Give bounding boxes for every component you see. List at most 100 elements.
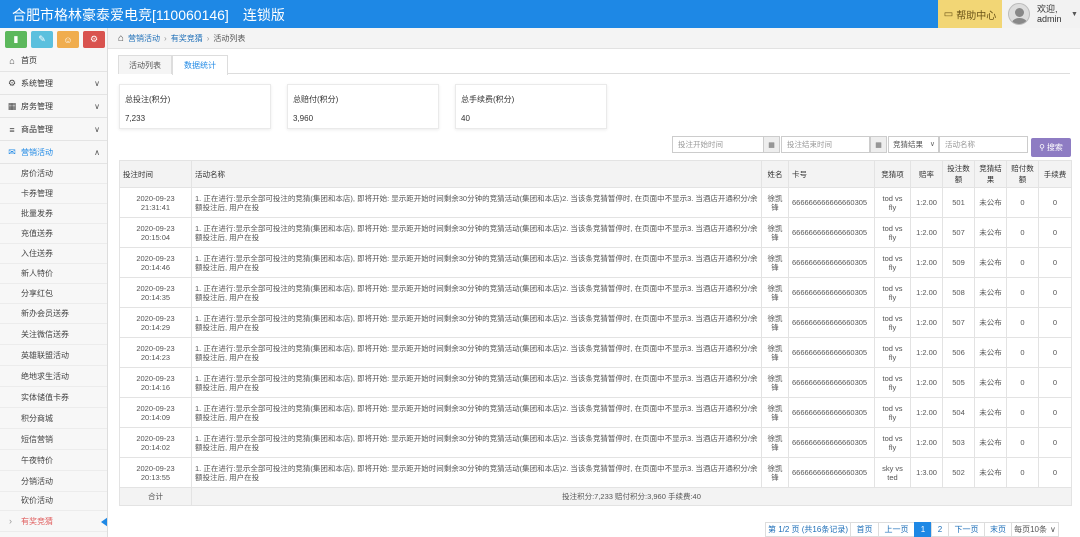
cogs-icon[interactable]: ⚙ — [83, 31, 105, 48]
sidebar-subitem[interactable]: 充值送券 — [0, 224, 107, 244]
start-time-input[interactable]: 投注开始时间 — [672, 136, 764, 153]
page-button[interactable]: 2 — [931, 522, 949, 537]
pencil-icon[interactable]: ✎ — [31, 31, 53, 48]
home-icon: ⌂ — [118, 32, 125, 44]
cell-result: 未公布 — [974, 247, 1007, 278]
sidebar-subitem[interactable]: 英雄联盟活动 — [0, 346, 107, 366]
sidebar-subitem[interactable]: 新办会员送券 — [0, 304, 107, 324]
cell-name: 徐凯锋 — [761, 367, 789, 398]
next-page-button[interactable]: 下一页 — [948, 522, 985, 537]
sidebar-subitem[interactable]: 午夜特价 — [0, 451, 107, 471]
tab-statistics[interactable]: 数据统计 — [172, 55, 228, 75]
sidebar-subitem[interactable]: 分销活动 — [0, 472, 107, 492]
cell-bet-time: 2020-09-23 20:13:55 — [119, 457, 192, 488]
breadcrumb-link[interactable]: 有奖竞猜 — [171, 33, 203, 44]
sidebar-item-products[interactable]: ≡ 商品管理 ∨ — [0, 119, 107, 141]
table-row: 2020-09-23 20:14:16 1. 正在进行:显示全部可投注的竞猜(集团和… — [119, 367, 1072, 398]
cell-bet-amount: 503 — [942, 427, 975, 458]
sidebar-subitem[interactable]: 入住送券 — [0, 244, 107, 264]
result-select[interactable]: 竞猜结果 ∨ — [888, 136, 939, 153]
breadcrumb-link[interactable]: 营销活动 — [128, 33, 160, 44]
cell-payout: 0 — [1006, 397, 1039, 428]
cell-card: 666666666666660305 — [788, 337, 875, 368]
welcome-label: 欢迎, — [1037, 4, 1058, 14]
sidebar-subitem[interactable]: 分享红包 — [0, 284, 107, 304]
cell-bet-item: tod vs fly — [874, 337, 911, 368]
monitor-icon: ▭ — [943, 8, 954, 20]
page-button[interactable]: 1 — [914, 522, 932, 537]
cell-name: 徐凯锋 — [761, 337, 789, 368]
chevron-down-icon: ∨ — [94, 79, 100, 88]
sidebar-item-marketing[interactable]: ✉ 营销活动 ∧ — [0, 142, 107, 164]
cell-bet-amount: 505 — [942, 367, 975, 398]
sidebar-item-system[interactable]: ⚙ 系统管理 ∨ — [0, 73, 107, 95]
activity-name-input[interactable]: 活动名称 — [939, 136, 1028, 153]
stat-label: 总投注(积分) — [125, 95, 171, 104]
summary-row: 合计 投注积分:7,233 赔付积分:3,960 手续费:40 — [119, 487, 1072, 506]
help-center-button[interactable]: ▭ 帮助中心 — [938, 0, 1002, 28]
caret-down-icon: ▼ — [1071, 11, 1078, 18]
calendar-icon[interactable]: ▦ — [870, 136, 887, 153]
column-header: 投注数额 — [942, 160, 975, 188]
cell-bet-item: tod vs fly — [874, 217, 911, 248]
cell-activity-name: 1. 正在进行:显示全部可投注的竞猜(集团和本店), 即将开始: 显示距开始时间… — [191, 307, 762, 338]
sidebar-subitem[interactable]: 砍价活动 — [0, 491, 107, 511]
cell-activity-name: 1. 正在进行:显示全部可投注的竞猜(集团和本店), 即将开始: 显示距开始时间… — [191, 277, 762, 308]
sidebar-subitem[interactable]: 短信营销 — [0, 430, 107, 450]
users-icon[interactable]: ☺ — [57, 31, 79, 48]
user-text: 欢迎, admin — [1037, 4, 1062, 24]
cell-odds: 1:3.00 — [910, 457, 943, 488]
sidebar-subitem[interactable]: 实体储值卡券 — [0, 388, 107, 408]
cell-fee: 0 — [1038, 217, 1072, 248]
column-header: 投注时间 — [119, 160, 192, 188]
sidebar-item-home[interactable]: ⌂ 首页 — [0, 50, 107, 72]
cell-result: 未公布 — [974, 397, 1007, 428]
calendar-icon[interactable]: ▦ — [763, 136, 780, 153]
column-header: 竞猜项 — [874, 160, 911, 188]
edition-label: 连锁版 — [242, 7, 285, 23]
first-page-button[interactable]: 首页 — [850, 522, 879, 537]
bet-date: 2020-09-23 — [136, 463, 175, 473]
end-time-input[interactable]: 投注结束时间 — [781, 136, 870, 153]
stat-card-total-bet: 总投注(积分) 7,233 — [119, 84, 271, 129]
stat-value: 3,960 — [293, 114, 314, 123]
cell-name: 徐凯锋 — [761, 187, 789, 218]
bet-date: 2020-09-23 — [136, 373, 175, 383]
top-bar: 合肥市格林豪泰爱电竞[110060146] 连锁版 ▭ 帮助中心 欢迎, admi… — [0, 0, 1080, 28]
prev-page-button[interactable]: 上一页 — [878, 522, 915, 537]
cell-name: 徐凯锋 — [761, 397, 789, 428]
sidebar-item-rooms[interactable]: ▦ 房务管理 ∨ — [0, 96, 107, 118]
tab-activity-list[interactable]: 活动列表 — [118, 55, 172, 74]
sidebar-subitem[interactable]: 新人特价 — [0, 264, 107, 284]
cell-card: 666666666666660305 — [788, 187, 875, 218]
cell-result: 未公布 — [974, 277, 1007, 308]
sidebar-subitem-current[interactable]: 有奖竞猜 — [0, 512, 107, 532]
cell-payout: 0 — [1006, 247, 1039, 278]
cell-bet-amount: 509 — [942, 247, 975, 278]
sidebar-subitem[interactable]: 积分商城 — [0, 409, 107, 429]
sidebar-subitem[interactable]: 批量发券 — [0, 204, 107, 224]
cell-bet-time: 2020-09-23 20:14:02 — [119, 427, 192, 458]
sidebar-subitem[interactable]: 房价活动 — [0, 164, 107, 184]
home-icon: ⌂ — [9, 55, 15, 66]
summary-text: 投注积分:7,233 赔付积分:3,960 手续费:40 — [191, 487, 1072, 506]
bet-date: 2020-09-23 — [136, 433, 175, 443]
signal-icon[interactable]: ▮ — [5, 31, 27, 48]
search-button[interactable]: ⚲ 搜索 — [1031, 138, 1071, 157]
cell-bet-amount: 502 — [942, 457, 975, 488]
sidebar-subitem[interactable]: 关注微信送券 — [0, 325, 107, 345]
page-size-select[interactable]: 每页10条 ∨ — [1011, 522, 1059, 537]
cell-result: 未公布 — [974, 367, 1007, 398]
cell-odds: 1:2.00 — [910, 307, 943, 338]
bet-time: 21:31:41 — [140, 202, 171, 212]
database-icon: ≡ — [9, 124, 15, 135]
last-page-button[interactable]: 末页 — [984, 522, 1012, 537]
cell-card: 666666666666660305 — [788, 367, 875, 398]
chevron-down-icon: ∨ — [929, 141, 935, 148]
column-header: 姓名 — [761, 160, 789, 188]
user-menu[interactable]: 欢迎, admin ▼ — [1002, 0, 1080, 28]
sidebar-subitem[interactable]: 绝地求生活动 — [0, 367, 107, 387]
sidebar-subitem[interactable]: 卡券管理 — [0, 184, 107, 204]
username-label: admin — [1037, 14, 1062, 24]
chevron-down-icon: ∨ — [94, 125, 100, 134]
